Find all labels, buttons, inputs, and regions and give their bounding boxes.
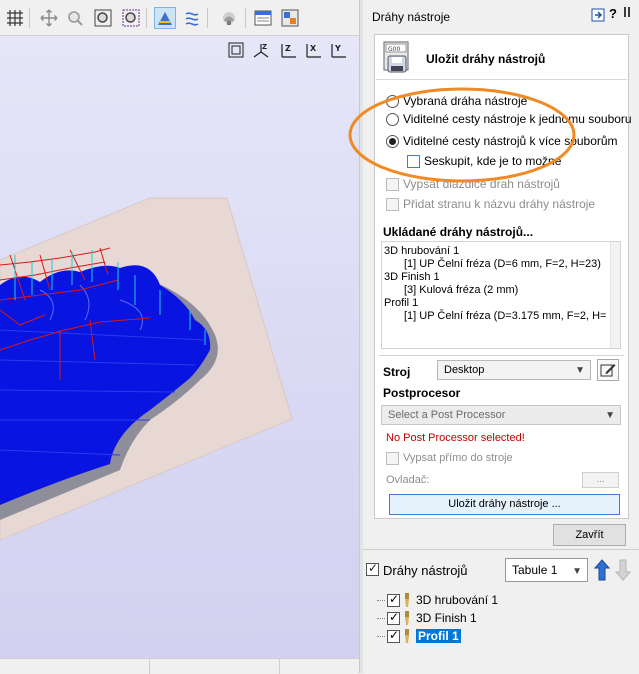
divider	[379, 355, 624, 356]
tool-icon	[405, 629, 409, 643]
shade-icon[interactable]	[218, 7, 240, 29]
tool-icon	[405, 611, 409, 625]
saved-line: [1] UP Čelní fréza (D=6 mm, F=2, H=23)	[404, 258, 601, 270]
toolpath-item-checkbox[interactable]	[387, 628, 400, 643]
close-panel-icon[interactable]	[622, 6, 632, 21]
checkbox-group[interactable]	[407, 154, 420, 168]
post-processor-label: Postprocesor	[383, 386, 461, 400]
toolpaths-title: Dráhy nástrojů	[383, 563, 468, 578]
saved-line: [3] Kulová fréza (2 mm)	[404, 284, 519, 296]
checkbox-add-side	[386, 197, 399, 211]
chevron-down-icon: ▼	[572, 566, 582, 577]
3d-viewport[interactable]: Z Z X Y	[0, 36, 359, 658]
option-write-tiles: Vypsat dlaždice drah nástrojů	[386, 176, 560, 192]
toolpath-item[interactable]: Profil 1	[377, 628, 461, 644]
panel-header: Dráhy nástroje ?	[363, 0, 639, 30]
layout-icon[interactable]	[252, 7, 274, 29]
edit-machine-button[interactable]	[597, 359, 619, 381]
chevron-down-icon: ▼	[605, 410, 615, 421]
controller-browse-button: ...	[582, 472, 619, 488]
view-y-label: Y	[334, 44, 341, 53]
sheet-value: Tabule 1	[512, 563, 558, 577]
toolpath-item-label: 3D Finish 1	[416, 611, 477, 625]
option-write-tiles-label: Vypsat dlaždice drah nástrojů	[403, 177, 560, 191]
grid-icon[interactable]	[4, 7, 26, 29]
save-toolpaths-header[interactable]: G00 Uložit dráhy nástrojů	[376, 36, 627, 80]
view-toolbar	[0, 0, 359, 36]
option-multi-file[interactable]: Viditelné cesty nástrojů k více souborům	[386, 133, 618, 149]
toolpath-item-checkbox[interactable]	[387, 592, 400, 607]
checkbox-write-direct	[386, 451, 399, 465]
post-processor-select[interactable]: Select a Post Processor ▼	[381, 405, 621, 425]
save-toolpaths-form: G00 Uložit dráhy nástrojů Vybraná dráha …	[374, 34, 632, 519]
post-processor-value: Select a Post Processor	[388, 409, 506, 421]
radio-multi-file[interactable]	[386, 134, 399, 148]
panel-title: Dráhy nástroje	[372, 10, 451, 24]
save-toolpaths-button[interactable]: Uložit dráhy nástroje ...	[389, 494, 620, 515]
toolpath-item-label: 3D hrubování 1	[416, 593, 499, 607]
saved-list-scrollbar[interactable]	[610, 242, 620, 348]
machine-select[interactable]: Desktop ▼	[437, 360, 591, 380]
zoom-selection-icon[interactable]	[120, 7, 142, 29]
option-selected-toolpath[interactable]: Vybraná dráha nástroje	[386, 93, 527, 109]
saved-line: 3D hrubování 1	[384, 245, 460, 257]
svg-text:G00: G00	[388, 46, 400, 53]
radio-single-file[interactable]	[386, 112, 399, 126]
option-multi-file-label: Viditelné cesty nástrojů k více souborům	[403, 134, 618, 148]
toolpath-item[interactable]: 3D hrubování 1	[377, 592, 498, 608]
option-write-direct-label: Vypsat přímo do stroje	[403, 452, 513, 464]
status-bar	[0, 658, 359, 674]
option-write-direct: Vypsat přímo do stroje	[386, 450, 513, 466]
toolpath-item[interactable]: 3D Finish 1	[377, 610, 477, 626]
toolpath-alt-icon[interactable]	[181, 7, 203, 29]
save-file-icon: G00	[382, 41, 412, 75]
tool-icon	[405, 593, 409, 607]
post-processor-error: No Post Processor selected!	[386, 432, 525, 444]
controller-label: Ovladač:	[386, 474, 430, 486]
close-button[interactable]: Zavřít	[553, 524, 626, 546]
option-add-side: Přidat stranu k názvu dráhy nástroje	[386, 196, 595, 212]
edit-icon	[600, 364, 616, 377]
zoom-box-icon[interactable]	[92, 7, 114, 29]
checkbox-write-tiles	[386, 177, 399, 191]
save-toolpaths-title: Uložit dráhy nástrojů	[426, 52, 546, 66]
saved-line: Profil 1	[384, 297, 419, 309]
saved-toolpaths-title: Ukládané dráhy nástrojů...	[383, 225, 534, 239]
option-group-label: Seskupit, kde je to možné	[424, 154, 562, 168]
saved-toolpaths-list[interactable]: 3D hrubování 1 [1] UP Čelní fréza (D=6 m…	[381, 241, 621, 349]
toolpaths-visible-checkbox[interactable]	[366, 561, 379, 576]
view-x-label: X	[310, 44, 317, 53]
toolpath-list-section: Dráhy nástrojů Tabule 1 ▼ 3D hrubování 1…	[363, 549, 639, 673]
toolpath-view-icon[interactable]	[154, 7, 176, 29]
move-down-icon[interactable]	[614, 558, 632, 582]
option-add-side-label: Přidat stranu k názvu dráhy nástroje	[403, 197, 596, 211]
help-button[interactable]: ?	[609, 6, 617, 21]
machine-value: Desktop	[444, 364, 485, 376]
layers-icon[interactable]	[279, 7, 301, 29]
sheet-select[interactable]: Tabule 1 ▼	[505, 558, 588, 582]
toolpath-item-checkbox[interactable]	[387, 610, 400, 625]
move-up-icon[interactable]	[593, 558, 611, 582]
pan-icon[interactable]	[38, 7, 60, 29]
toolpaths-panel: Dráhy nástroje ? G00 Uložit dráhy nástro…	[348, 0, 639, 673]
chevron-down-icon: ▼	[575, 365, 585, 376]
option-selected-label: Vybraná dráha nástroje	[403, 94, 528, 108]
option-single-file-label: Viditelné cesty nástroje k jednomu soubo…	[403, 112, 632, 126]
view-z-label: Z	[285, 44, 291, 53]
saved-line: 3D Finish 1	[384, 271, 440, 283]
machine-label: Stroj	[383, 365, 411, 379]
iso-axis-label: Z	[262, 43, 267, 51]
pin-icon[interactable]	[591, 8, 605, 22]
radio-selected-toolpath[interactable]	[386, 94, 399, 108]
saved-line: [1] UP Čelní fréza (D=3.175 mm, F=2, H=	[404, 310, 607, 322]
toolpath-item-label-selected: Profil 1	[416, 629, 461, 643]
option-single-file[interactable]: Viditelné cesty nástroje k jednomu soubo…	[386, 111, 632, 127]
option-group[interactable]: Seskupit, kde je to možné	[407, 153, 561, 169]
zoom-icon[interactable]	[64, 7, 86, 29]
